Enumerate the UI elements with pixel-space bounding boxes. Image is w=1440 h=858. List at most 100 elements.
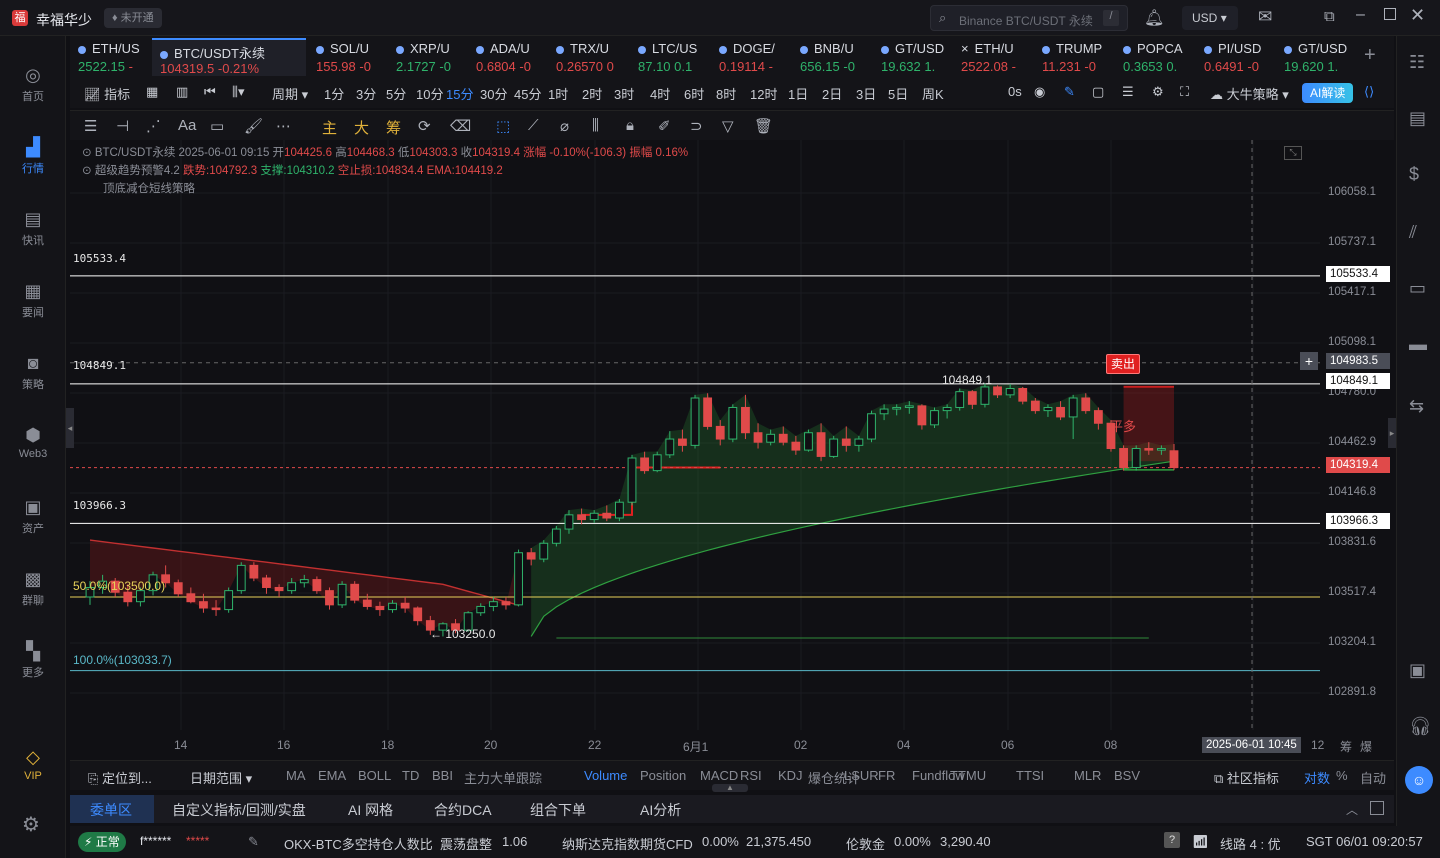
collapse-icon[interactable]: ⊙ xyxy=(82,147,95,159)
account-badge[interactable]: ♦ 未开通 xyxy=(104,8,162,28)
interval-button[interactable]: 4时 xyxy=(650,84,670,103)
tab-ai-grid[interactable]: AI 网格 xyxy=(348,800,393,820)
sub-indicator-item[interactable]: FR xyxy=(878,768,895,783)
period-select[interactable]: 周期 ▾ xyxy=(272,84,308,103)
edit-icon[interactable]: ✎ xyxy=(248,834,259,850)
rewind-icon[interactable]: ⏮ xyxy=(204,84,216,100)
left-panel-toggle[interactable]: ◂ xyxy=(66,408,74,448)
big-order-button[interactable]: 大 xyxy=(354,117,369,138)
frame-icon[interactable]: ▢ xyxy=(1092,84,1104,100)
sidebar-item-assets[interactable]: ▣ 资产 xyxy=(0,496,66,536)
sidebar-item-chat[interactable]: ▩ 群聊 xyxy=(0,568,66,608)
sidebar-item-web3[interactable]: ⬢ Web3 xyxy=(0,424,66,460)
sub-indicator-item[interactable]: Volume xyxy=(584,768,627,783)
sub-indicator-item[interactable]: Position xyxy=(640,768,686,783)
interval-button[interactable]: 5日 xyxy=(888,84,908,103)
ticker-tab[interactable]: XRP/U 2.1727 -0 xyxy=(388,38,468,76)
edit-icon[interactable]: ✐ xyxy=(658,117,671,135)
cursor-icon[interactable]: ⬚ xyxy=(496,117,510,135)
close-tab-icon[interactable]: × xyxy=(961,41,969,56)
sidebar-item-market[interactable]: ▟ 行情 xyxy=(0,136,66,176)
tab-order-zone[interactable]: 委单区 xyxy=(90,800,132,820)
trash-icon[interactable]: 🗑︎ xyxy=(754,117,773,135)
minimize-icon[interactable]: – xyxy=(1356,6,1365,24)
add-tab-icon[interactable]: + xyxy=(1364,44,1376,67)
popout-icon[interactable]: ⧉ xyxy=(1324,8,1335,25)
window-icon[interactable]: ▣ xyxy=(1409,660,1426,681)
indicator-item[interactable]: MA xyxy=(286,768,306,783)
interval-button[interactable]: 5分 xyxy=(386,84,406,103)
ticker-tab[interactable]: GT/USD 19.632 1. xyxy=(873,38,953,76)
hline-icon[interactable]: ⊣ xyxy=(116,117,129,135)
ticker-tab[interactable]: TRX/U 0.26570 0 xyxy=(548,38,628,76)
interval-button[interactable]: 3分 xyxy=(356,84,376,103)
sidebar-item-home[interactable]: ◎ 首页 xyxy=(0,64,66,104)
chart-layout-icon[interactable]: ⤡ xyxy=(1284,146,1302,160)
chevron-up-icon[interactable]: ︿ xyxy=(1346,801,1358,818)
interval-button[interactable]: 12时 xyxy=(750,84,777,103)
exchange-icon[interactable]: ⇆ xyxy=(1409,396,1424,417)
sub-indicator-item[interactable]: MLR xyxy=(1074,768,1101,783)
interval-button[interactable]: 周K xyxy=(922,84,944,103)
assistant-icon[interactable]: ☺ xyxy=(1405,766,1433,794)
indicators-button[interactable]: 📈︎ 指标 xyxy=(84,84,130,103)
auto-scale-toggle[interactable]: 自动 xyxy=(1360,768,1386,787)
interval-button[interactable]: 15分 xyxy=(446,84,473,103)
mail-icon[interactable]: ✉ xyxy=(1258,7,1272,27)
interval-button[interactable]: 1分 xyxy=(324,84,344,103)
sidebar-item-vip[interactable]: ◇ VIP xyxy=(0,746,66,782)
tab-combo-order[interactable]: 组合下单 xyxy=(530,800,586,820)
community-indicators-button[interactable]: ⧉ 社区指标 xyxy=(1214,768,1279,787)
help-icon[interactable]: ? xyxy=(1164,832,1180,848)
sub-indicator-item[interactable]: MACD xyxy=(700,768,738,783)
camera-icon[interactable]: ◉ xyxy=(1034,84,1045,100)
interval-button[interactable]: 10分 xyxy=(416,84,443,103)
pen-icon[interactable]: ✎ xyxy=(1064,84,1075,100)
network-line[interactable]: 线路 4 : 优 xyxy=(1220,834,1281,853)
indicator-item[interactable]: 主力大单跟踪 xyxy=(464,768,542,787)
log-scale-toggle[interactable]: 对数 xyxy=(1304,768,1330,787)
currency-select[interactable]: USD ▾ xyxy=(1182,6,1238,30)
interval-button[interactable]: 2日 xyxy=(822,84,842,103)
list-icon[interactable]: ☰ xyxy=(1122,84,1134,100)
ticker-tab[interactable]: BNB/U 656.15 -0 xyxy=(792,38,872,76)
tab-custom-indicators[interactable]: 自定义指标/回测/实盘 xyxy=(172,800,306,820)
eraser-icon[interactable]: ⌀ xyxy=(560,117,569,135)
sub-indicator-item[interactable]: TTSI xyxy=(1016,768,1044,783)
ticker-tab[interactable]: SOL/U 155.98 -0 xyxy=(308,38,388,76)
sub-indicator-item[interactable]: BSV xyxy=(1114,768,1140,783)
candle-type-icon[interactable]: ⫼▾ xyxy=(232,84,245,100)
watchlist-icon[interactable]: ☷ xyxy=(1409,52,1425,73)
interval-button[interactable]: 30分 xyxy=(480,84,507,103)
filter-icon[interactable]: ▽ xyxy=(722,117,734,135)
indicator-item[interactable]: TD xyxy=(402,768,419,783)
ticker-tab[interactable]: PI/USD 0.6491 -0 xyxy=(1196,38,1276,76)
expand-icon[interactable] xyxy=(1370,801,1384,815)
liquidation-toggle[interactable]: 爆 xyxy=(1360,738,1372,755)
menu-icon[interactable]: ☰ xyxy=(84,117,97,135)
link-icon[interactable]: ⟋ xyxy=(528,117,539,134)
interval-button[interactable]: 3时 xyxy=(614,84,634,103)
brush-icon[interactable]: 🖌︎ xyxy=(244,117,263,135)
card-icon[interactable]: ▬ xyxy=(1409,334,1427,355)
ticker-tab-active[interactable]: BTC/USDT永续 104319.5 -0.21% xyxy=(152,38,306,76)
locate-button[interactable]: ⎘ 定位到... xyxy=(88,768,152,787)
ticker-tab[interactable]: ETH/US 2522.15 - xyxy=(70,38,150,76)
trend-icon[interactable]: ⫽ xyxy=(1409,222,1417,243)
sub-indicator-item[interactable]: TTMU xyxy=(950,768,986,783)
sub-indicator-item[interactable]: LSUR xyxy=(844,768,879,783)
price-chart[interactable]: ⊙ BTC/USDT永续 2025-06-01 09:15 开104425.6 … xyxy=(70,140,1394,760)
erase-icon[interactable]: ⌫ xyxy=(450,117,471,135)
add-alert-icon[interactable]: + xyxy=(1300,352,1318,370)
indicator-item[interactable]: BBI xyxy=(432,768,453,783)
ticker-tab[interactable]: POPCA 0.3653 0. xyxy=(1115,38,1195,76)
strategy-select[interactable]: ☁ 大牛策略 ▾ xyxy=(1210,84,1289,103)
magnet-icon[interactable]: ⊃ xyxy=(690,117,703,135)
collapse-handle[interactable]: ▲ xyxy=(712,784,748,792)
dollar-icon[interactable]: $ xyxy=(1409,164,1419,185)
main-force-button[interactable]: 主 xyxy=(322,117,337,138)
sidebar-item-headlines[interactable]: ▦ 要闻 xyxy=(0,280,66,320)
right-panel-toggle[interactable]: ▸ xyxy=(1388,418,1396,448)
headset-icon[interactable]: 🎧︎ xyxy=(1409,716,1432,737)
search-box[interactable]: ⌕ Binance BTC/USDT 永续 / xyxy=(930,5,1128,31)
